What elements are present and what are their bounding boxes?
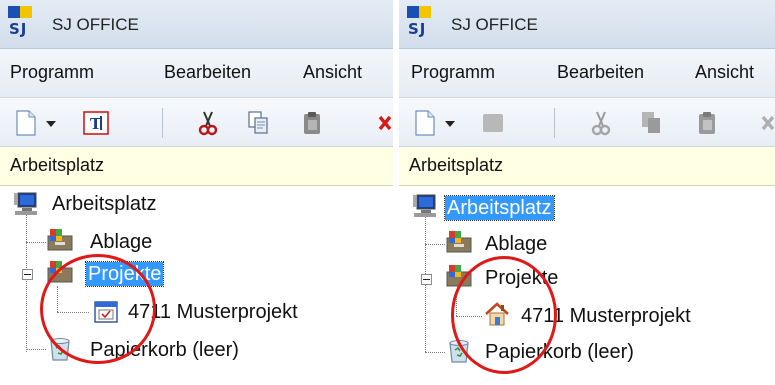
logo-text: SJ (9, 20, 28, 38)
pane-header: Arbeitsplatz (0, 147, 393, 186)
new-document-icon[interactable] (14, 110, 38, 136)
toolbar (399, 98, 775, 147)
tree-node-projekte[interactable]: Projekte (84, 261, 165, 287)
drawer-icon[interactable] (445, 228, 473, 256)
tree-view: Arbeitsplatz Ablage Projekte 4711 Muster… (399, 186, 775, 385)
toolbar-separator (162, 108, 163, 138)
house-icon[interactable] (483, 300, 511, 328)
recycle-bin-icon[interactable] (46, 334, 74, 362)
title-bar: SJ SJ OFFICE (0, 0, 393, 49)
projects-icon[interactable] (445, 262, 473, 290)
menu-ansicht[interactable]: Ansicht (303, 62, 362, 83)
delete-icon[interactable] (376, 110, 393, 136)
text-field-icon[interactable]: T (82, 110, 110, 136)
computer-icon[interactable] (411, 192, 439, 220)
drawer-icon[interactable] (46, 226, 74, 254)
tree-node-musterprojekt[interactable]: 4711 Musterprojekt (126, 300, 300, 324)
dropdown-arrow-icon[interactable] (44, 110, 58, 136)
new-document-icon[interactable] (413, 110, 437, 136)
menu-ansicht[interactable]: Ansicht (695, 62, 754, 83)
tree-view: Arbeitsplatz Ablage Projekte 4711 Muster… (0, 186, 393, 385)
cut-icon[interactable] (196, 110, 220, 136)
toolbar: T (0, 98, 393, 147)
collapse-toggle-icon[interactable] (421, 274, 432, 285)
menu-programm[interactable]: Programm (10, 62, 94, 83)
menu-bearbeiten[interactable]: Bearbeiten (557, 62, 644, 83)
sj-office-logo: SJ (8, 6, 36, 42)
tree-node-papierkorb[interactable]: Papierkorb (leer) (88, 338, 241, 362)
paste-icon (699, 112, 715, 134)
menu-bar: Programm Bearbeiten Ansicht (399, 49, 775, 98)
toolbar-separator (554, 108, 555, 138)
tree-node-ablage[interactable]: Ablage (483, 232, 549, 256)
cut-icon (591, 111, 611, 136)
window-right: SJ SJ OFFICE Programm Bearbeiten Ansicht (399, 0, 775, 385)
computer-icon[interactable] (12, 190, 40, 218)
logo-text: SJ (408, 20, 427, 38)
copy-icon[interactable] (246, 110, 270, 136)
projects-icon[interactable] (46, 258, 74, 286)
app-title: SJ OFFICE (52, 15, 139, 34)
dropdown-arrow-icon[interactable] (443, 110, 457, 136)
tree-node-arbeitsplatz[interactable]: Arbeitsplatz (50, 192, 159, 216)
calendar-window-icon[interactable] (92, 298, 120, 326)
window-left: SJ SJ OFFICE Programm Bearbeiten Ansicht… (0, 0, 393, 385)
recycle-bin-icon[interactable] (445, 336, 473, 364)
tree-node-papierkorb[interactable]: Papierkorb (leer) (483, 340, 636, 364)
sj-office-logo: SJ (407, 6, 435, 42)
menu-bar: Programm Bearbeiten Ansicht (0, 49, 393, 98)
paste-icon[interactable] (300, 110, 324, 136)
menu-programm[interactable]: Programm (411, 62, 495, 83)
tree-node-arbeitsplatz[interactable]: Arbeitsplatz (444, 195, 555, 221)
pane-title: Arbeitsplatz (409, 155, 504, 175)
tree-node-ablage[interactable]: Ablage (88, 230, 154, 254)
collapse-toggle-icon[interactable] (22, 269, 33, 280)
app-title: SJ OFFICE (451, 15, 538, 34)
disabled-icon (483, 114, 503, 132)
menu-bearbeiten[interactable]: Bearbeiten (164, 62, 251, 83)
pane-header: Arbeitsplatz (399, 147, 775, 186)
title-bar: SJ SJ OFFICE (399, 0, 775, 49)
copy-icon (642, 112, 660, 133)
pane-title: Arbeitsplatz (10, 155, 105, 175)
tree-node-musterprojekt[interactable]: 4711 Musterprojekt (519, 304, 693, 328)
delete-icon (761, 115, 775, 131)
tree-node-projekte[interactable]: Projekte (483, 266, 560, 290)
